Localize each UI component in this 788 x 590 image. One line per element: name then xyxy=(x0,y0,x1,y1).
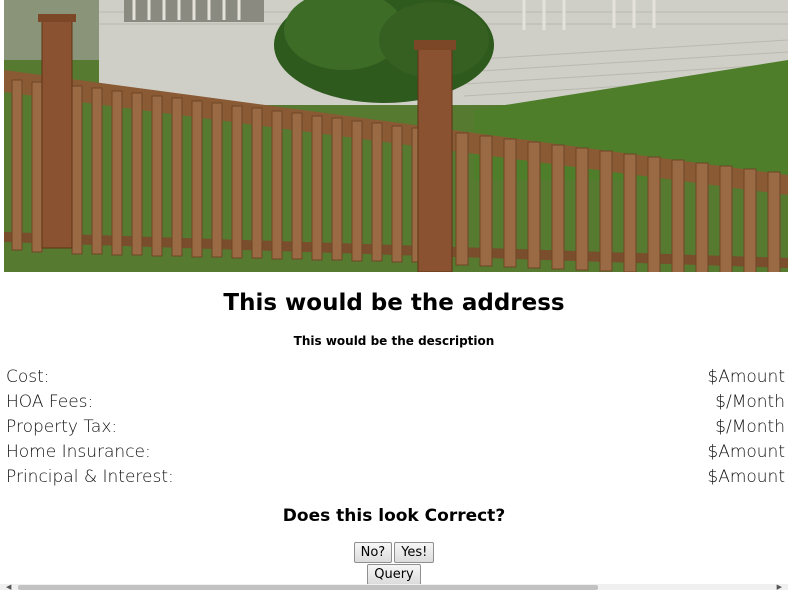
cost-breakdown: Cost: $Amount HOA Fees: $/Month Property… xyxy=(6,367,785,492)
house-photo xyxy=(4,0,788,272)
principal-interest-label: Principal & Interest: xyxy=(6,467,174,487)
principal-interest-row: Principal & Interest: $Amount xyxy=(6,467,785,492)
cost-row: Cost: $Amount xyxy=(6,367,785,392)
principal-interest-value: $Amount xyxy=(707,467,785,487)
scroll-right-icon[interactable]: ▶ xyxy=(777,584,782,590)
house-photo-illustration xyxy=(4,0,788,272)
page: This would be the address This would be … xyxy=(0,0,788,590)
listing-description: This would be the description xyxy=(293,334,495,348)
confirm-question: Does this look Correct? xyxy=(282,506,506,526)
hoa-fees-row: HOA Fees: $/Month xyxy=(6,392,785,417)
home-insurance-label: Home Insurance: xyxy=(6,442,151,462)
hoa-fees-value: $/Month xyxy=(715,392,785,412)
confirm-buttons: No? Yes! xyxy=(0,542,788,563)
horizontal-scrollbar[interactable]: ◀ ▶ xyxy=(0,584,788,590)
cost-label: Cost: xyxy=(6,367,50,387)
hoa-fees-label: HOA Fees: xyxy=(6,392,94,412)
yes-button[interactable]: Yes! xyxy=(394,542,435,563)
property-tax-row: Property Tax: $/Month xyxy=(6,417,785,442)
scrollbar-thumb[interactable] xyxy=(18,585,598,590)
property-tax-label: Property Tax: xyxy=(6,417,118,437)
query-button[interactable]: Query xyxy=(367,564,421,585)
cost-value: $Amount xyxy=(707,367,785,387)
home-insurance-row: Home Insurance: $Amount xyxy=(6,442,785,467)
scroll-left-icon[interactable]: ◀ xyxy=(6,584,11,590)
listing-address: This would be the address xyxy=(223,290,565,316)
home-insurance-value: $Amount xyxy=(707,442,785,462)
no-button[interactable]: No? xyxy=(353,542,393,563)
property-tax-value: $/Month xyxy=(715,417,785,437)
query-buttons: Query xyxy=(0,564,788,585)
